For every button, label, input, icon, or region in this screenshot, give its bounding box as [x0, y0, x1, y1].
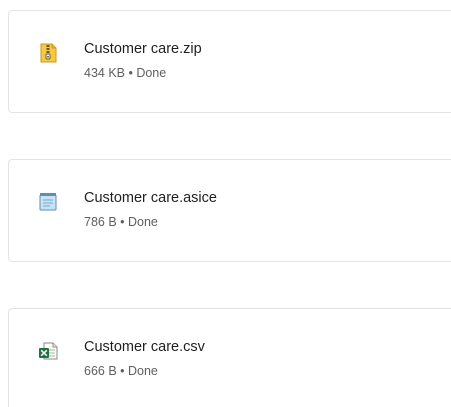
download-item-asice[interactable]: Customer care.asice 786 B • Done: [8, 159, 451, 262]
excel-csv-icon: [37, 340, 59, 362]
zip-archive-icon: [37, 42, 59, 64]
download-item-zip[interactable]: Customer care.zip 434 KB • Done: [8, 10, 451, 113]
file-status: 786 B • Done: [84, 215, 158, 229]
text-document-icon: [37, 191, 59, 213]
file-name: Customer care.zip: [84, 41, 202, 57]
file-status: 434 KB • Done: [84, 66, 167, 80]
file-name: Customer care.asice: [84, 190, 217, 206]
file-name: Customer care.csv: [84, 339, 205, 355]
downloads-list: Customer care.zip 434 KB • Done Customer…: [0, 0, 451, 407]
file-status: 666 B • Done: [84, 364, 158, 378]
download-item-csv[interactable]: Customer care.csv 666 B • Done: [8, 308, 451, 407]
